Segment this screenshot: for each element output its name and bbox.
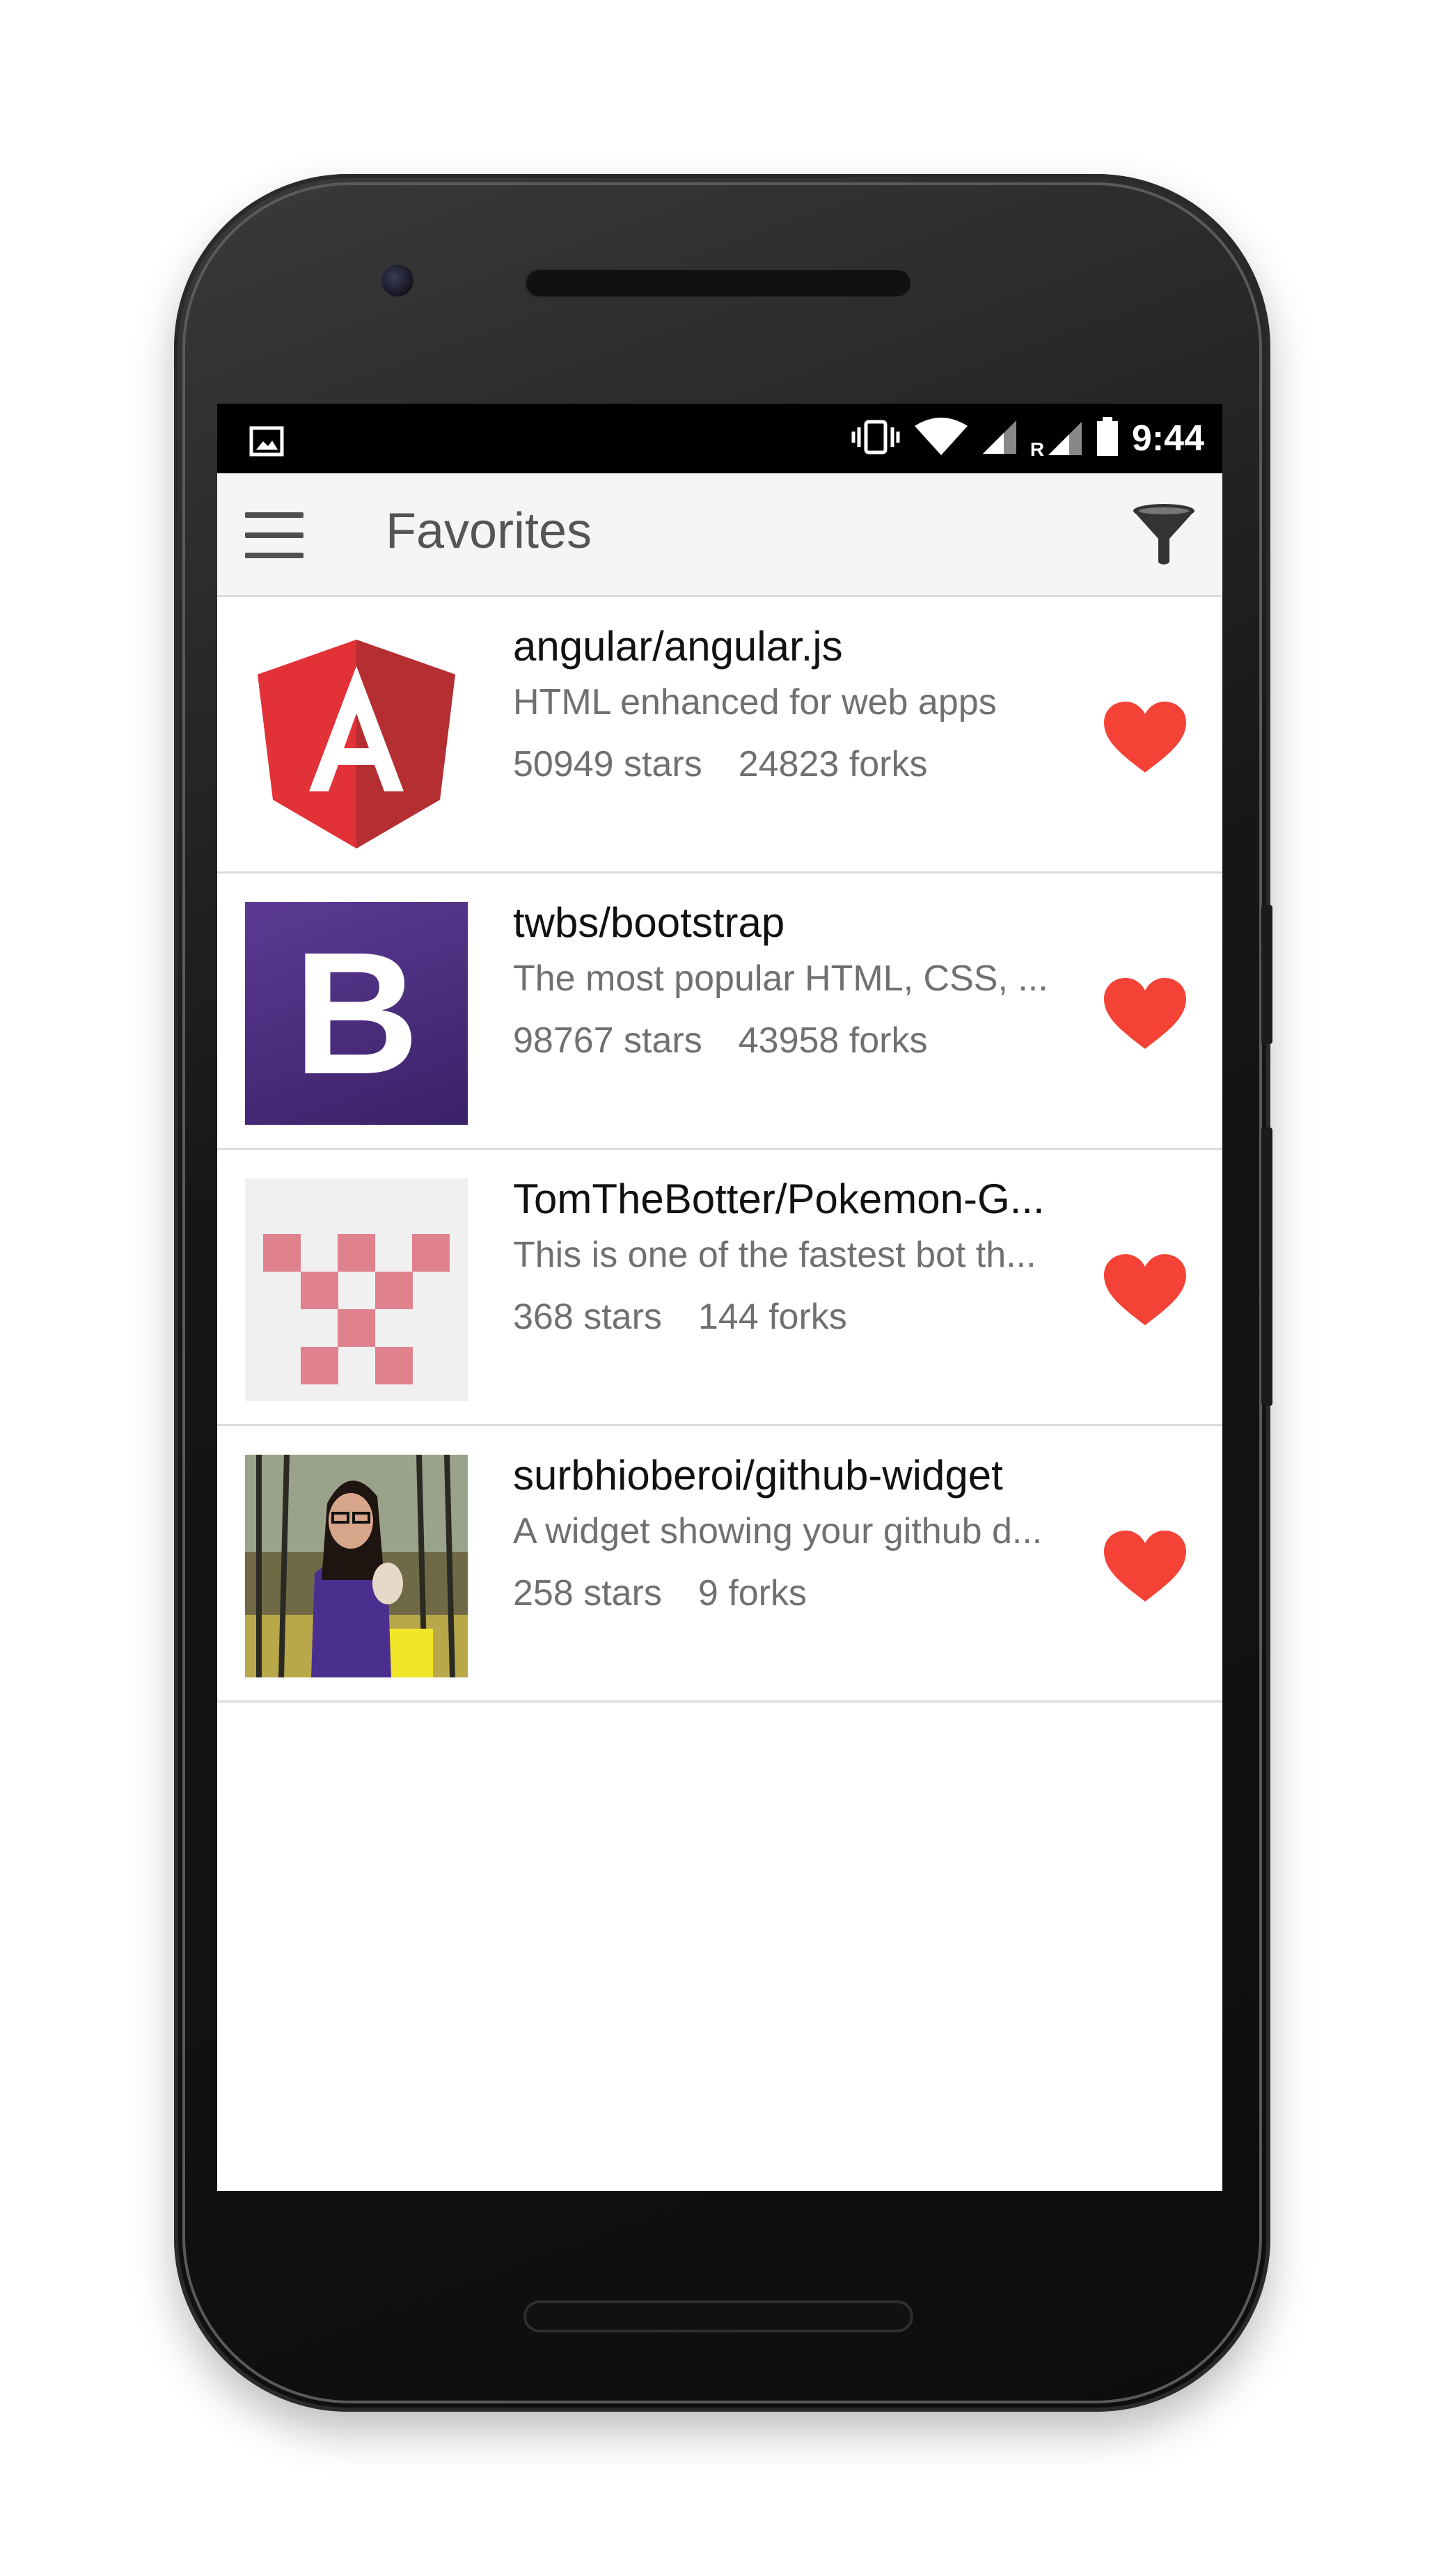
- repo-description: A widget showing your github d...: [513, 1511, 1043, 1551]
- list-item[interactable]: angular/angular.js HTML enhanced for web…: [217, 597, 1222, 874]
- repo-stats: 368 stars 144 forks: [513, 1296, 847, 1338]
- repo-title: angular/angular.js: [513, 623, 843, 670]
- repo-stats: 258 stars 9 forks: [513, 1572, 807, 1614]
- app-bar: Favorites: [217, 473, 1222, 597]
- bootstrap-logo-icon: B: [245, 902, 468, 1125]
- status-icons: R 9:44: [851, 416, 1204, 461]
- battery-icon: [1096, 416, 1119, 461]
- list-item[interactable]: surbhioberoi/github-widget A widget show…: [217, 1426, 1222, 1702]
- repo-stars: 368 stars: [513, 1297, 662, 1337]
- list-item[interactable]: TomTheBotter/Pokemon-G... This is one of…: [217, 1150, 1222, 1426]
- heart-icon[interactable]: [1103, 1253, 1188, 1327]
- repo-forks: 24823 forks: [738, 744, 928, 784]
- signal-roaming-icon: R: [1030, 420, 1083, 460]
- vibrate-icon: [851, 419, 901, 459]
- filter-funnel-icon[interactable]: [1130, 501, 1197, 568]
- angular-logo-icon: [245, 626, 468, 848]
- repo-description: This is one of the fastest bot th...: [513, 1235, 1036, 1275]
- roaming-label: R: [1030, 438, 1045, 460]
- repo-stars: 98767 stars: [513, 1020, 702, 1061]
- identicon-avatar-icon: [245, 1178, 468, 1401]
- heart-icon[interactable]: [1103, 977, 1188, 1050]
- image-icon: [249, 426, 284, 460]
- repo-description: HTML enhanced for web apps: [513, 682, 997, 722]
- repo-forks: 144 forks: [697, 1297, 847, 1337]
- heart-icon[interactable]: [1103, 700, 1188, 774]
- repo-stats: 98767 stars 43958 forks: [513, 1020, 927, 1061]
- favorites-list: angular/angular.js HTML enhanced for web…: [217, 597, 1222, 1702]
- bootstrap-logo-letter: B: [293, 916, 420, 1110]
- repo-forks: 43958 forks: [738, 1020, 928, 1061]
- list-item[interactable]: B twbs/bootstrap The most popular HTML, …: [217, 874, 1222, 1150]
- wifi-icon: [913, 417, 969, 460]
- repo-description: The most popular HTML, CSS, ...: [513, 958, 1048, 999]
- heart-icon[interactable]: [1103, 1529, 1188, 1603]
- repo-forks: 9 forks: [697, 1573, 807, 1613]
- volume-button: [1261, 1128, 1272, 1406]
- repo-stars: 50949 stars: [513, 744, 702, 784]
- bottom-speaker: [523, 2300, 913, 2332]
- status-bar: R 9:44: [217, 404, 1222, 473]
- hamburger-menu-icon[interactable]: [245, 512, 303, 558]
- user-photo-avatar-icon: [245, 1455, 468, 1677]
- screen: R 9:44 Favorites angular/angular.js HTML…: [217, 404, 1222, 2191]
- signal-icon: [981, 419, 1018, 459]
- repo-title: TomTheBotter/Pokemon-G...: [513, 1176, 1045, 1222]
- status-time: 9:44: [1131, 418, 1204, 459]
- repo-title: twbs/bootstrap: [513, 899, 785, 946]
- repo-stars: 258 stars: [513, 1573, 662, 1613]
- repo-stats: 50949 stars 24823 forks: [513, 743, 927, 785]
- top-speaker: [523, 267, 913, 299]
- page-title: Favorites: [386, 503, 592, 559]
- power-button: [1261, 905, 1272, 1044]
- front-camera: [381, 264, 413, 297]
- repo-title: surbhioberoi/github-widget: [513, 1452, 1003, 1499]
